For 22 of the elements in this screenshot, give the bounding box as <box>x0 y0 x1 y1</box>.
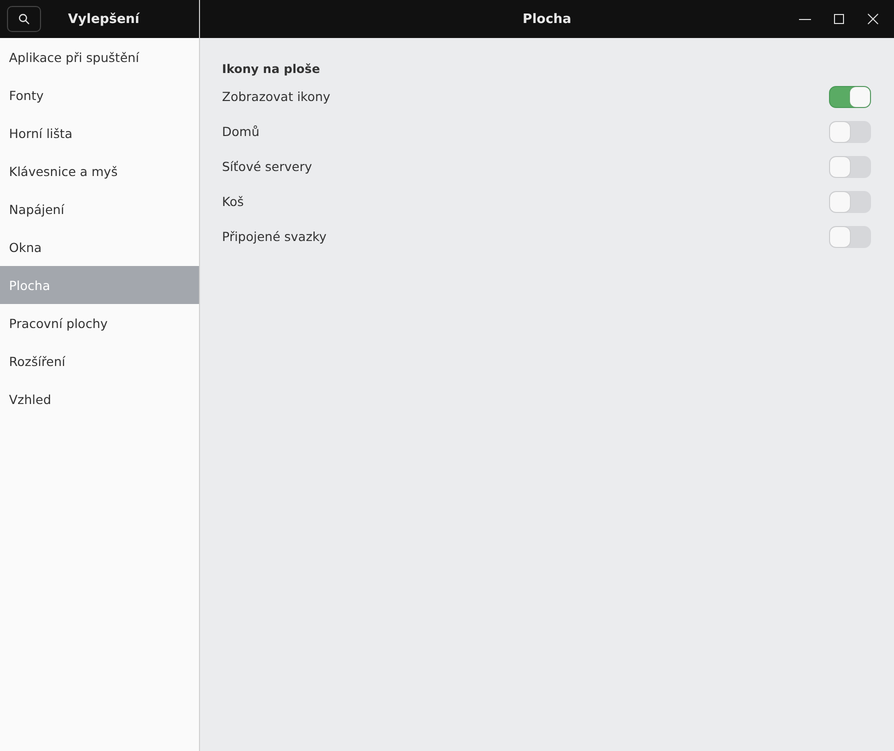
window-title: Plocha <box>522 12 572 26</box>
search-button[interactable] <box>7 6 41 32</box>
sidebar-item[interactable]: Vzhled <box>0 380 199 418</box>
setting-label: Zobrazovat ikony <box>222 89 330 104</box>
search-icon <box>18 13 30 25</box>
sidebar-item[interactable]: Aplikace při spuštění <box>0 38 199 76</box>
section-heading: Ikony na ploše <box>222 62 321 76</box>
sidebar-item[interactable]: Okna <box>0 228 199 266</box>
sidebar-title: Vylepšení <box>68 12 140 26</box>
close-icon <box>867 13 879 25</box>
maximize-icon <box>833 13 845 25</box>
toggle-switch[interactable] <box>829 86 871 108</box>
setting-label: Koš <box>222 194 244 209</box>
sidebar-item[interactable]: Rozšíření <box>0 342 199 380</box>
sidebar-item[interactable]: Pracovní plochy <box>0 304 199 342</box>
sidebar-item[interactable]: Horní lišta <box>0 114 199 152</box>
setting-label: Domů <box>222 124 260 139</box>
setting-label: Síťové servery <box>222 159 312 174</box>
sidebar-item[interactable]: Fonty <box>0 76 199 114</box>
sidebar-item[interactable]: Klávesnice a myš <box>0 152 199 190</box>
setting-label: Připojené svazky <box>222 229 327 244</box>
sidebar-item[interactable]: Napájení <box>0 190 199 228</box>
